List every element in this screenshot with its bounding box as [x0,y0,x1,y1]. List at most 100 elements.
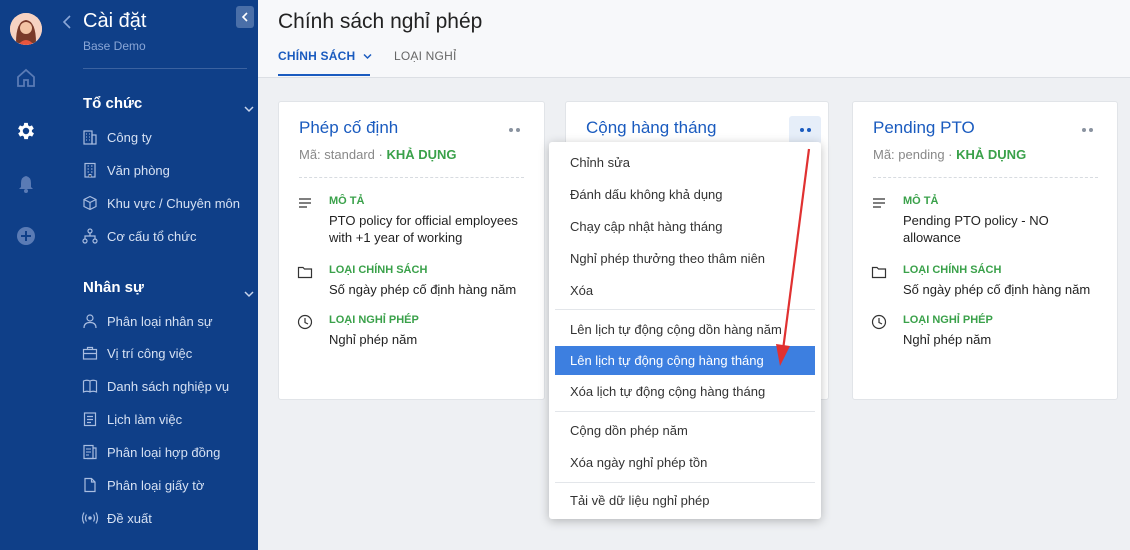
menu-item-run-monthly-update[interactable]: Chạy cập nhật hàng tháng [555,212,815,241]
policy-card[interactable]: Phép cố định Mã: standard · KHẢ DỤNG MÔ … [278,101,545,400]
menu-divider [555,482,815,483]
home-icon[interactable] [14,66,38,90]
briefcase-icon [80,343,100,363]
menu-item-remove-monthly-schedule[interactable]: Xóa lịch tự động cộng hàng tháng [555,377,815,406]
tab-label: CHÍNH SÁCH [278,49,356,63]
bell-icon[interactable] [14,172,38,196]
field-label: LOẠI NGHỈ PHÉP [903,314,993,326]
field-label: LOẠI CHÍNH SÁCH [329,264,428,276]
org-chart-icon [80,226,100,246]
menu-item-download-leave-data[interactable]: Tải về dữ liệu nghỉ phép [555,486,815,515]
sidebar-title: Cài đặt [83,10,147,32]
broadcast-icon [80,508,100,528]
sidebar-item-label: Vị trí công việc [107,345,193,361]
calendar-icon [80,409,100,429]
sidebar-item-label: Danh sách nghiệp vụ [107,378,230,394]
menu-item-schedule-monthly-accrual[interactable]: Lên lịch tự động cộng hàng tháng [555,346,815,375]
sidebar-section-hr[interactable]: Nhân sự [83,279,144,296]
sidebar-item-label: Phân loại nhân sự [107,313,213,329]
settings-sidebar: Cài đặt Base Demo Tổ chức Công ty Văn ph… [52,0,258,550]
sidebar-item-label: Công ty [107,129,152,145]
sidebar-item-operations[interactable]: Danh sách nghiệp vụ [80,375,229,397]
sidebar-item-contract-types[interactable]: Phân loại hợp đồng [80,441,220,463]
sidebar-item-org-structure[interactable]: Cơ cấu tổ chức [80,225,196,247]
person-icon [80,311,100,331]
sidebar-item-label: Cơ cấu tổ chức [107,228,197,244]
tab-policies[interactable]: CHÍNH SÁCH [278,49,372,63]
sidebar-section-organization[interactable]: Tổ chức [83,95,142,112]
clock-icon [871,314,887,330]
add-circle-icon[interactable] [14,224,38,248]
dot-icon [515,128,520,132]
chevron-down-icon[interactable] [244,100,254,113]
menu-item-clear-carryover[interactable]: Xóa ngày nghỉ phép tồn [555,448,815,477]
gear-icon[interactable] [14,119,38,143]
field-label: MÔ TẢ [903,195,939,207]
policy-card[interactable]: Pending PTO Mã: pending · KHẢ DỤNG MÔ TẢ… [852,101,1118,400]
sidebar-item-label: Khu vực / Chuyên môn [107,195,240,211]
sidebar-item-office[interactable]: Văn phòng [80,159,170,181]
lines-icon [299,198,311,208]
field-label: LOẠI NGHỈ PHÉP [329,314,419,326]
dot-icon [1081,128,1086,132]
sidebar-item-label: Lịch làm việc [107,411,183,427]
card-divider [873,177,1098,178]
field-value: Số ngày phép cố định hàng năm [903,282,1091,297]
card-divider [299,177,524,178]
sidebar-item-label: Văn phòng [107,162,170,178]
field-value: PTO policy for official employees with +… [329,213,518,245]
field-value: Nghỉ phép năm [329,332,418,347]
active-tab-indicator [278,74,370,76]
lines-icon [873,198,885,208]
policy-code-text: Mã: pending [873,147,945,162]
field-label: LOẠI CHÍNH SÁCH [903,264,1002,276]
sidebar-item-label: Phân loại giấy tờ [107,477,205,493]
more-options-button[interactable] [1071,116,1103,144]
dot-icon [799,128,804,132]
status-badge: KHẢ DỤNG [386,147,457,162]
sidebar-item-region[interactable]: Khu vực / Chuyên môn [80,192,240,214]
tab-leave-types[interactable]: LOẠI NGHỈ [394,49,456,63]
contract-icon [80,442,100,462]
policy-card-title[interactable]: Cộng hàng tháng [586,118,716,138]
field-label: MÔ TẢ [329,195,365,207]
cube-icon [80,193,100,213]
policy-card-title[interactable]: Phép cố định [299,118,398,138]
menu-item-accrue-annual-leave[interactable]: Cộng dồn phép năm [555,416,815,445]
sidebar-item-job-positions[interactable]: Vị trí công việc [80,342,192,364]
status-badge: KHẢ DỤNG [956,147,1027,162]
page-header: Chính sách nghỉ phép CHÍNH SÁCH LOẠI NGH… [258,0,1130,78]
dot-icon [1088,128,1093,132]
policy-code: Mã: pending · KHẢ DỤNG [873,147,1027,162]
policy-card-title[interactable]: Pending PTO [873,118,975,138]
avatar[interactable] [10,13,42,45]
menu-item-seniority-bonus[interactable]: Nghỉ phép thưởng theo thâm niên [555,244,815,273]
more-options-button[interactable] [498,116,530,144]
menu-item-schedule-yearly-accrual[interactable]: Lên lịch tự động cộng dồn hàng năm [555,315,815,344]
policy-code-text: Mã: standard [299,147,375,162]
sidebar-item-label: Phân loại hợp đồng [107,444,221,460]
menu-item-edit[interactable]: Chỉnh sửa [555,148,815,177]
back-chevron-icon[interactable] [62,14,72,30]
sidebar-item-requests[interactable]: Đề xuất [80,507,152,529]
document-icon [80,475,100,495]
card-actions-menu: Chỉnh sửa Đánh dấu không khả dụng Chạy c… [549,142,821,519]
icon-rail [0,0,52,550]
sidebar-item-document-types[interactable]: Phân loại giấy tờ [80,474,204,496]
clock-icon [297,314,313,330]
sidebar-item-employee-types[interactable]: Phân loại nhân sự [80,310,213,332]
sidebar-item-work-schedule[interactable]: Lịch làm việc [80,408,182,430]
menu-item-delete[interactable]: Xóa [555,276,815,305]
page-title: Chính sách nghỉ phép [278,10,483,33]
chevron-down-icon [363,53,372,60]
book-icon [80,376,100,396]
sidebar-item-label: Đề xuất [107,510,152,526]
office-icon [80,160,100,180]
field-value: Số ngày phép cố định hàng năm [329,282,517,297]
collapse-sidebar-button[interactable] [236,6,254,28]
policy-code: Mã: standard · KHẢ DỤNG [299,147,457,162]
chevron-down-icon[interactable] [244,285,254,298]
sidebar-item-company[interactable]: Công ty [80,126,152,148]
menu-item-mark-unavailable[interactable]: Đánh dấu không khả dụng [555,180,815,209]
more-options-button[interactable] [789,116,821,144]
